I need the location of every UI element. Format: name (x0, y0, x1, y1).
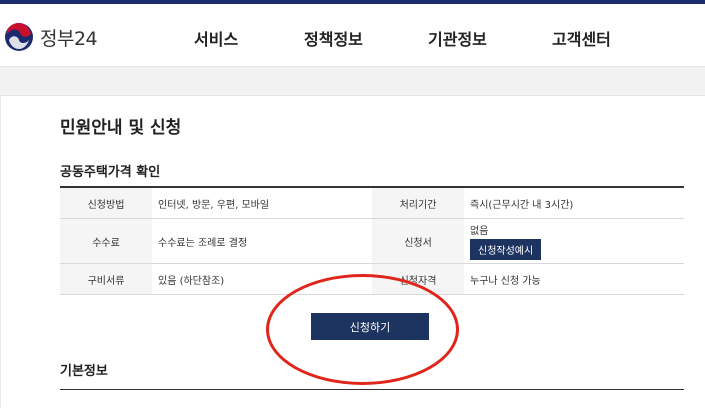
nav-policy-info[interactable]: 정책정보 (304, 26, 363, 50)
basic-info-title: 기본정보 (60, 364, 108, 379)
table-value-cell: 수수료는 조례로 결정 (158, 237, 248, 249)
section-title: 공동주택가격 확인 (60, 165, 161, 180)
table-value-cell: 인터넷, 방문, 우편, 모바일 (158, 199, 270, 211)
basic-info-divider (60, 389, 684, 390)
nav-agency-info[interactable]: 기관정보 (428, 26, 487, 50)
page-title: 민원안내 및 신청 (60, 118, 182, 138)
form-example-button[interactable]: 신청작성예시 (470, 239, 542, 260)
apply-button[interactable]: 신청하기 (311, 313, 429, 340)
taegeuk-logo-icon (5, 23, 33, 51)
table-header-cell: 처리기간 (372, 188, 464, 218)
nav-customer-center[interactable]: 고객센터 (552, 26, 611, 50)
table-header-cell: 구비서류 (60, 264, 152, 294)
site-header: 정부24 서비스 정책정보 기관정보 고객센터 (0, 4, 705, 66)
table-value-cell: 즉시(근무시간 내 3시간) (470, 199, 574, 211)
breadcrumb-bar (0, 66, 705, 96)
table-row: 신청방법 인터넷, 방문, 우편, 모바일 처리기간 즉시(근무시간 내 3시간… (60, 188, 684, 219)
table-header-cell: 수수료 (60, 219, 152, 263)
site-logo[interactable]: 정부24 (4, 22, 98, 52)
table-value-cell: 누구나 신청 가능 (470, 275, 541, 287)
table-header-cell: 신청서 (372, 219, 464, 263)
content-left-border (0, 96, 1, 408)
nav-services[interactable]: 서비스 (194, 26, 238, 50)
table-header-cell: 신청방법 (60, 188, 152, 218)
application-form-value: 없음 (470, 226, 489, 237)
logo-text: 정부24 (40, 27, 98, 50)
table-row: 수수료 수수료는 조례로 결정 신청서 없음 신청작성예시 (60, 219, 684, 264)
table-value-cell: 없음 신청작성예시 (464, 219, 684, 263)
